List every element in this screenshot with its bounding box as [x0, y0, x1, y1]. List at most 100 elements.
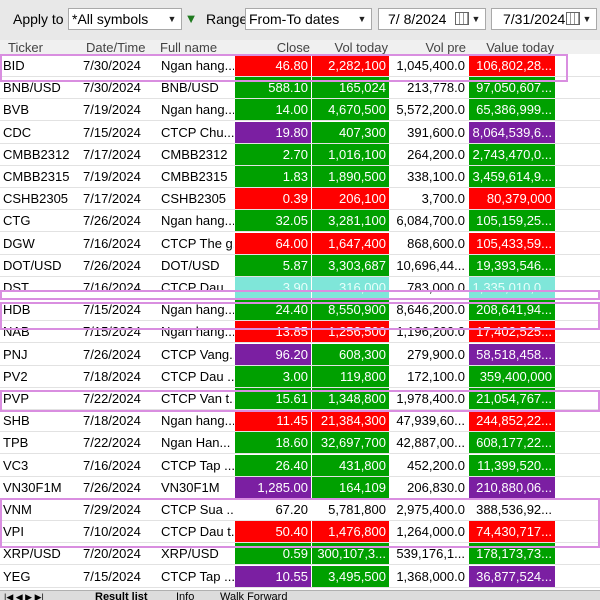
table-row[interactable]: BNB/USD 7/30/2024 BNB/USD 588.10 165,024 213,…: [0, 76, 600, 100]
cell-ticker: HDB: [3, 302, 31, 318]
header-vol-today[interactable]: Vol today: [312, 40, 389, 54]
filter-icon[interactable]: ▼: [184, 10, 198, 28]
tab-walk-forward[interactable]: Walk Forward: [220, 592, 287, 600]
cell-full-name: Ngan hang...: [161, 302, 234, 318]
cell-ticker: CMBB2312: [3, 146, 70, 162]
cell-date: 7/15/2024: [83, 324, 141, 340]
cell-ticker: BID: [3, 58, 25, 73]
table-row[interactable]: DOT/USD 7/26/2024 DOT/USD 5.87 3,303,687 10,6…: [0, 254, 600, 277]
cell-full-name: Ngan hang...: [161, 213, 234, 229]
cell-date: 7/26/2024: [83, 479, 141, 495]
from-date-value: 7/ 8/2024: [388, 11, 447, 27]
cell-vol-pre: 8,646,200.0: [396, 302, 465, 318]
cell-ticker: VN30F1M: [3, 479, 62, 495]
header-value-today[interactable]: Value today: [470, 40, 554, 54]
cell-vol-today: 165,024: [312, 77, 389, 99]
table-row[interactable]: DST 7/16/2024 CTCP Dau ... 3.90 316,000 783,0…: [0, 276, 600, 299]
nav-arrows-icon[interactable]: |◀ ◀ ▶ ▶|: [4, 592, 44, 600]
cell-close: 0.59: [235, 543, 311, 565]
table-row[interactable]: PV2 7/18/2024 CTCP Dau ... 3.00 119,800 172,1…: [0, 365, 600, 388]
from-date-picker[interactable]: 7/ 8/2024 ▼: [378, 8, 486, 30]
header-close[interactable]: Close: [236, 40, 310, 54]
table-row[interactable]: CSHB2305 7/17/2024 CSHB2305 0.39 206,100 3,70…: [0, 187, 600, 211]
cell-vol-today: 119,800: [312, 365, 389, 387]
cell-ticker: XRP/USD: [3, 546, 61, 562]
cell-ticker: SHB: [3, 413, 30, 429]
cell-ticker: TPB: [3, 435, 29, 451]
cell-close: 18.60: [235, 432, 311, 454]
cell-date: 7/26/2024: [83, 257, 141, 273]
header-vol-pre[interactable]: Vol pre: [390, 40, 466, 54]
range-dropdown[interactable]: From-To dates ▼: [245, 8, 372, 30]
cell-close: 67.20: [275, 502, 308, 517]
cell-date: 7/15/2024: [83, 124, 141, 140]
cell-ticker: CTG: [3, 213, 31, 229]
cell-ticker: BVB: [3, 102, 30, 118]
header-full-name[interactable]: Full name: [160, 40, 234, 54]
cell-value-today: 8,064,539,6...: [469, 121, 555, 143]
cell-value-today: 36,877,524...: [469, 565, 555, 587]
table-row[interactable]: YEG 7/15/2024 CTCP Tap ... 10.55 3,495,500 1,…: [0, 565, 600, 588]
cell-vol-pre: 1,264,000.0: [396, 524, 465, 540]
cell-vol-today: 407,300: [312, 121, 389, 143]
column-headers: Ticker Date/Time Full name Close Vol tod…: [0, 40, 600, 54]
cell-full-name: CTCP Dau ...: [161, 368, 234, 384]
table-row[interactable]: DGW 7/16/2024 CTCP The g...64.001,647,400 8…: [0, 232, 600, 255]
table-row[interactable]: CMBB2312 7/17/2024 CMBB2312 2.70 1,016,100 26…: [0, 143, 600, 166]
cell-value-today: 208,641,94...: [469, 299, 555, 321]
cell-value-today: 359,400,000: [469, 365, 555, 387]
cell-date: 7/17/2024: [83, 146, 141, 162]
header-ticker[interactable]: Ticker: [8, 40, 78, 54]
cell-close: 50.40: [235, 521, 311, 543]
calendar-icon[interactable]: [566, 12, 580, 25]
range-label: Range: [206, 11, 248, 27]
table-row[interactable]: CTG 7/26/2024 Ngan hang... 32.05 3,281,100 6,…: [0, 209, 600, 233]
table-row[interactable]: NAB 7/15/2024 Ngan hang... 13.85 1,256,500 1,…: [0, 320, 600, 344]
header-date-time[interactable]: Date/Time: [86, 40, 158, 54]
table-row[interactable]: HDB 7/15/2024 Ngan hang... 24.40 8,550,900 8,…: [0, 298, 600, 322]
table-row[interactable]: XRP/USD 7/20/2024 XRP/USD 0.59 300,107,3... 5…: [0, 542, 600, 566]
cell-value-today: 97,050,607...: [469, 77, 555, 99]
cell-full-name: CTCP Chu...: [161, 124, 234, 140]
results-grid: BID 7/30/2024 Ngan hang... 46.80 2,282,100 1,…: [0, 54, 600, 590]
table-row[interactable]: TPB 7/22/2024 Ngan Han... 18.60 32,697,700 42…: [0, 431, 600, 455]
bottom-tabs: |◀ ◀ ▶ ▶| Result list Info Walk Forward: [0, 590, 600, 600]
cell-vol-today: 1,647,400: [312, 232, 389, 254]
cell-value-today: 1,335,010,0...: [469, 277, 555, 298]
table-row[interactable]: BVB 7/19/2024 Ngan hang... 14.00 4,670,500 5,…: [0, 98, 600, 122]
cell-date: 7/15/2024: [83, 568, 141, 584]
to-date-picker[interactable]: 7/31/2024 ▼: [491, 8, 597, 30]
table-row[interactable]: CMBB2315 7/19/2024 CMBB2315 1.83 1,890,500 33…: [0, 165, 600, 188]
table-row[interactable]: PVP 7/22/2024 CTCP Van t... 15.61 1,348,800 1…: [0, 387, 600, 410]
cell-vol-today: 206,100: [312, 188, 389, 210]
cell-close: 0.39: [235, 188, 311, 210]
table-row[interactable]: CDC 7/15/2024 CTCP Chu... 19.80 407,300 391,6…: [0, 121, 600, 144]
cell-vol-today: 316,000: [312, 277, 389, 298]
apply-to-dropdown[interactable]: *All symbols ▼: [68, 8, 182, 30]
cell-value-today: 74,430,717...: [469, 521, 555, 543]
cell-close: 2.70: [235, 143, 311, 165]
cell-vol-pre: 1,368,000.0: [396, 568, 465, 584]
table-row[interactable]: VNM 7/29/2024 CTCP Sua ... 67.20 5,781,800 2,…: [0, 498, 600, 521]
tab-info[interactable]: Info: [176, 592, 194, 600]
table-row[interactable]: SHB 7/18/2024 Ngan hang... 11.45 21,384,300 4…: [0, 409, 600, 433]
table-row[interactable]: BID 7/30/2024 Ngan hang... 46.80 2,282,100 1,…: [0, 54, 600, 77]
tab-result-list[interactable]: Result list: [95, 592, 148, 600]
cell-date: 7/30/2024: [83, 80, 141, 96]
cell-vol-today: 4,670,500: [312, 99, 389, 121]
table-row[interactable]: VN30F1M 7/26/2024 VN30F1M 1,285.00 164,109 20…: [0, 476, 600, 499]
cell-close: 15.61: [235, 388, 311, 409]
cell-ticker: PVP: [3, 391, 30, 406]
cell-ticker: DST: [3, 280, 29, 295]
table-row[interactable]: VC3 7/16/2024 CTCP Tap ... 26.40 431,800 452,…: [0, 454, 600, 477]
table-row[interactable]: VPI 7/10/2024 CTCP Dau t... 50.40 1,476,800 1…: [0, 520, 600, 544]
table-row[interactable]: PNJ 7/26/2024 CTCP Vang... 96.20 608,300 279,…: [0, 343, 600, 366]
cell-vol-pre: 1,978,400.0: [396, 391, 465, 406]
cell-ticker: VPI: [3, 524, 24, 540]
cell-date: 7/16/2024: [83, 457, 141, 473]
cell-full-name: CTCP Vang...: [161, 346, 234, 362]
cell-vol-today: 1,348,800: [312, 388, 389, 409]
cell-date: 7/17/2024: [83, 191, 141, 207]
cell-date: 7/30/2024: [83, 58, 141, 73]
calendar-icon[interactable]: [455, 12, 469, 25]
